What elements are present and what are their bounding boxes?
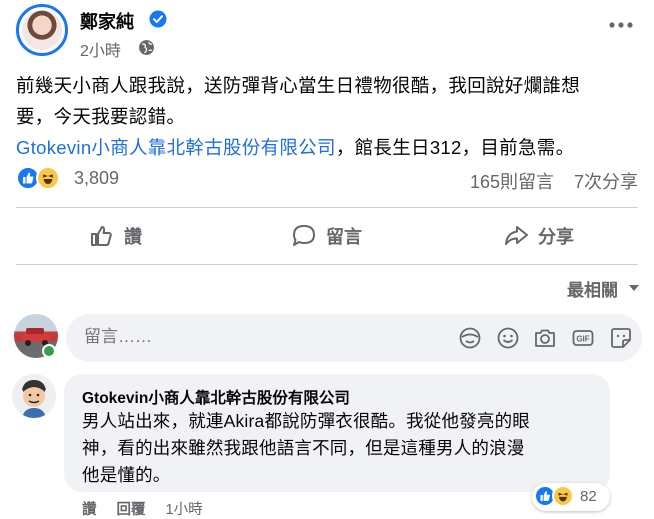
- comment-text: 男人站出來，就連Akira都說防彈衣很酷。我從他發亮的眼 神，看的出來雖然我跟他…: [82, 408, 600, 489]
- share-count[interactable]: 7次分享: [574, 168, 638, 194]
- camera-icon[interactable]: [533, 326, 557, 350]
- reactions-summary: 3,809 165則留言 7次分享: [16, 164, 638, 194]
- comment-bubble-icon: [293, 225, 315, 246]
- comment-time[interactable]: 1小時: [166, 498, 203, 519]
- post-header: 鄭家純 2小時: [16, 4, 638, 64]
- haha-reaction-icon[interactable]: [36, 166, 60, 190]
- comment-composer[interactable]: GIF: [66, 314, 642, 362]
- emoji-icon[interactable]: [496, 326, 520, 350]
- reaction-count[interactable]: 3,809: [74, 168, 119, 189]
- haha-reaction-icon: [552, 485, 574, 507]
- comment-input[interactable]: [84, 327, 324, 347]
- comment-actions: 讚 回覆 1小時: [82, 498, 203, 519]
- comment-like-link[interactable]: 讚: [82, 498, 97, 519]
- comment-sort-dropdown[interactable]: 最相關: [567, 276, 618, 301]
- comment-text-line: 神，看的出來雖然我跟他語言不同，但是這種男人的浪漫: [82, 438, 525, 458]
- comment-reply-link[interactable]: 回覆: [117, 498, 146, 519]
- like-button-label: 讚: [124, 227, 142, 247]
- more-options-icon[interactable]: [608, 20, 634, 30]
- thumbs-up-icon: [91, 226, 112, 246]
- svg-text:GIF: GIF: [576, 335, 589, 344]
- post-text-rest: ，館長生日312，目前急需。: [335, 137, 575, 158]
- post-text-line: Gtokevin小商人靠北幹古股份有限公司，館長生日312，目前急需。: [16, 132, 636, 163]
- author-avatar-image: [22, 10, 62, 50]
- like-button[interactable]: 讚: [88, 210, 142, 262]
- commenter-avatar[interactable]: [12, 374, 56, 418]
- post-time[interactable]: 2小時: [80, 37, 121, 61]
- author-avatar[interactable]: [16, 4, 68, 56]
- comment-reactions[interactable]: 82: [532, 483, 610, 511]
- share-button[interactable]: 分享: [502, 210, 574, 262]
- verified-badge-icon: [149, 10, 167, 28]
- divider: [16, 207, 638, 208]
- post-text-line: 要，今天我要認錯。: [16, 106, 186, 127]
- post-action-bar: 讚 留言 分享: [16, 210, 638, 262]
- globe-icon: [139, 40, 154, 55]
- online-status-dot: [42, 344, 56, 358]
- caret-down-icon[interactable]: [628, 284, 640, 292]
- divider: [16, 264, 638, 265]
- comment-button-label: 留言: [326, 227, 362, 247]
- sticker-icon[interactable]: [609, 326, 633, 350]
- comment-author[interactable]: Gtokevin小商人靠北幹古股份有限公司: [82, 386, 350, 408]
- post-text-line: 前幾天小商人跟我說，送防彈背心當生日禮物很酷，我回說好爛誰想: [16, 75, 581, 96]
- comment-text-line: 他是懂的。: [82, 465, 171, 485]
- gif-icon[interactable]: GIF: [571, 326, 595, 350]
- avatar-sticker-icon[interactable]: [458, 326, 482, 350]
- comment-text-line: 男人站出來，就連Akira都說防彈衣很酷。我從他發亮的眼: [82, 411, 530, 431]
- comment-button[interactable]: 留言: [290, 210, 362, 262]
- page-mention-link[interactable]: Gtokevin小商人靠北幹古股份有限公司: [16, 137, 336, 158]
- comment-bubble: Gtokevin小商人靠北幹古股份有限公司 男人站出來，就連Akira都說防彈衣…: [64, 374, 610, 492]
- author-name[interactable]: 鄭家純: [80, 8, 134, 34]
- share-button-label: 分享: [538, 227, 574, 247]
- comment-count[interactable]: 165則留言: [470, 168, 554, 194]
- comment-reaction-count: 82: [580, 488, 597, 505]
- post-body: 前幾天小商人跟我說，送防彈背心當生日禮物很酷，我回說好爛誰想 要，今天我要認錯。…: [16, 70, 636, 163]
- share-arrow-icon: [505, 226, 528, 245]
